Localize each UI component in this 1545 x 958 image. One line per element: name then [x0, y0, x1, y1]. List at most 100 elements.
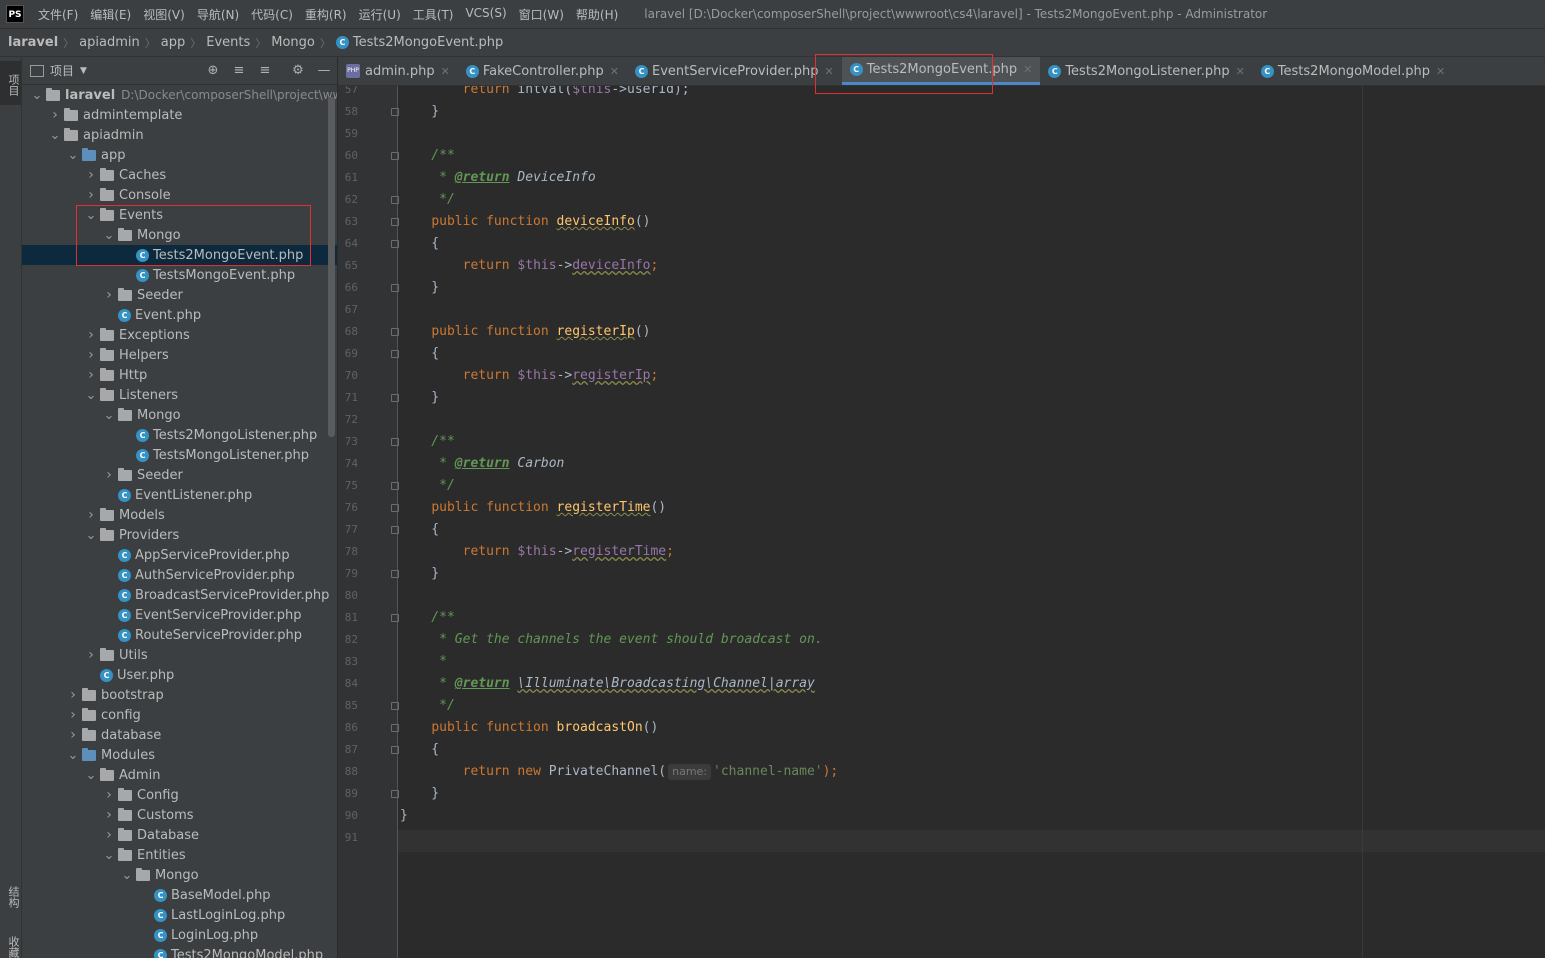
- project-tool-tab[interactable]: 项目: [0, 61, 21, 105]
- menu-item[interactable]: 窗口(W): [513, 6, 570, 23]
- tree-item[interactable]: › bootstrap: [22, 685, 337, 705]
- chevron-right-icon[interactable]: ›: [46, 107, 64, 123]
- tree-item[interactable]: › admintemplate: [22, 105, 337, 125]
- tree-item[interactable]: ⌄ Admin: [22, 765, 337, 785]
- fold-marker-icon[interactable]: [391, 570, 399, 578]
- tree-item[interactable]: › Helpers: [22, 345, 337, 365]
- tree-item[interactable]: C BaseModel.php: [22, 885, 337, 905]
- breadcrumb-item[interactable]: laravel: [8, 35, 58, 50]
- fold-marker-icon[interactable]: [391, 240, 399, 248]
- chevron-right-icon[interactable]: ›: [82, 347, 100, 363]
- chevron-right-icon[interactable]: ›: [82, 327, 100, 343]
- tree-item[interactable]: C LoginLog.php: [22, 925, 337, 945]
- tree-item[interactable]: ⌄ Listeners: [22, 385, 337, 405]
- chevron-down-icon[interactable]: ⌄: [82, 208, 100, 223]
- tree-item[interactable]: › Exceptions: [22, 325, 337, 345]
- tree-item[interactable]: ⌄ Mongo: [22, 865, 337, 885]
- menu-item[interactable]: 帮助(H): [570, 6, 624, 23]
- fold-marker-icon[interactable]: [391, 284, 399, 292]
- menu-item[interactable]: 重构(R): [299, 6, 353, 23]
- breadcrumb-item[interactable]: Events: [206, 35, 250, 50]
- menu-item[interactable]: 编辑(E): [84, 6, 137, 23]
- breadcrumb-item[interactable]: Mongo: [271, 35, 315, 50]
- fold-marker-icon[interactable]: [391, 724, 399, 732]
- editor-tab[interactable]: C EventServiceProvider.php ✕: [627, 57, 842, 85]
- breadcrumb-item[interactable]: apiadmin: [79, 35, 140, 50]
- tree-item[interactable]: C RouteServiceProvider.php: [22, 625, 337, 645]
- chevron-right-icon[interactable]: ›: [82, 187, 100, 203]
- editor-tab[interactable]: C Tests2MongoModel.php ✕: [1253, 57, 1453, 85]
- chevron-down-icon[interactable]: ⌄: [118, 868, 136, 883]
- close-icon[interactable]: ✕: [1436, 65, 1445, 78]
- tree-item[interactable]: C Event.php: [22, 305, 337, 325]
- menu-item[interactable]: 代码(C): [245, 6, 299, 23]
- expand-all-icon[interactable]: ≡: [231, 63, 247, 78]
- chevron-down-icon[interactable]: ⌄: [64, 148, 82, 163]
- tree-item[interactable]: › Utils: [22, 645, 337, 665]
- tree-item[interactable]: › config: [22, 705, 337, 725]
- tree-item[interactable]: C Tests2MongoModel.php: [22, 945, 337, 958]
- tree-item[interactable]: C TestsMongoEvent.php: [22, 265, 337, 285]
- chevron-right-icon[interactable]: ›: [100, 467, 118, 483]
- chevron-down-icon[interactable]: ⌄: [46, 128, 64, 143]
- tree-item[interactable]: › Seeder: [22, 285, 337, 305]
- tree-item[interactable]: C AppServiceProvider.php: [22, 545, 337, 565]
- code-editor[interactable]: 57 58 59 60 61 62 63 64 65 66 67 68 69 70 71 72 73 74 75 76…: [338, 86, 1545, 958]
- fold-marker-icon[interactable]: [391, 504, 399, 512]
- tree-scrollbar[interactable]: [328, 97, 335, 437]
- close-icon[interactable]: ✕: [610, 65, 619, 78]
- tree-item[interactable]: C AuthServiceProvider.php: [22, 565, 337, 585]
- editor-tab[interactable]: C FakeController.php ✕: [458, 57, 627, 85]
- tree-item[interactable]: › Config: [22, 785, 337, 805]
- chevron-right-icon[interactable]: ›: [82, 367, 100, 383]
- fold-marker-icon[interactable]: [391, 108, 399, 116]
- tree-item[interactable]: ⌄ laravel D:\Docker\composerShell\project\…: [22, 85, 337, 105]
- tree-item[interactable]: ⌄ Entities: [22, 845, 337, 865]
- chevron-right-icon[interactable]: ›: [100, 787, 118, 803]
- gear-icon[interactable]: ⚙: [290, 63, 306, 78]
- tree-item[interactable]: C User.php: [22, 665, 337, 685]
- favorites-tool-tab[interactable]: 收藏: [0, 932, 21, 958]
- menu-item[interactable]: 视图(V): [137, 6, 191, 23]
- tree-item[interactable]: › Customs: [22, 805, 337, 825]
- fold-marker-icon[interactable]: [391, 394, 399, 402]
- locate-file-icon[interactable]: ⊕: [205, 63, 221, 78]
- fold-marker-icon[interactable]: [391, 196, 399, 204]
- menu-item[interactable]: VCS(S): [459, 6, 512, 23]
- tree-item[interactable]: › Console: [22, 185, 337, 205]
- fold-marker-icon[interactable]: [391, 746, 399, 754]
- tree-item[interactable]: ⌄ app: [22, 145, 337, 165]
- chevron-down-icon[interactable]: ⌄: [100, 228, 118, 243]
- fold-marker-icon[interactable]: [391, 702, 399, 710]
- chevron-down-icon[interactable]: ▼: [80, 66, 87, 76]
- chevron-right-icon[interactable]: ›: [100, 807, 118, 823]
- fold-marker-icon[interactable]: [391, 482, 399, 490]
- collapse-all-icon[interactable]: ≡: [257, 63, 273, 78]
- chevron-down-icon[interactable]: ⌄: [82, 768, 100, 783]
- tree-item[interactable]: ⌄ Mongo: [22, 405, 337, 425]
- editor-tab[interactable]: PHP admin.php ✕: [338, 57, 458, 85]
- chevron-down-icon[interactable]: ⌄: [100, 848, 118, 863]
- fold-marker-icon[interactable]: [391, 350, 399, 358]
- menu-item[interactable]: 工具(T): [407, 6, 460, 23]
- tree-item[interactable]: C BroadcastServiceProvider.php: [22, 585, 337, 605]
- fold-marker-icon[interactable]: [391, 218, 399, 226]
- close-icon[interactable]: ✕: [441, 65, 450, 78]
- tree-item[interactable]: › Http: [22, 365, 337, 385]
- tree-item[interactable]: ⌄ Modules: [22, 745, 337, 765]
- chevron-right-icon[interactable]: ›: [64, 727, 82, 743]
- tree-item[interactable]: C EventServiceProvider.php: [22, 605, 337, 625]
- chevron-down-icon[interactable]: ⌄: [100, 408, 118, 423]
- chevron-down-icon[interactable]: ⌄: [64, 748, 82, 763]
- breadcrumb-item[interactable]: app: [161, 35, 185, 50]
- chevron-right-icon[interactable]: ›: [64, 687, 82, 703]
- tree-item[interactable]: ⌄ Events: [22, 205, 337, 225]
- editor-tab[interactable]: C Tests2MongoListener.php ✕: [1040, 57, 1252, 85]
- chevron-right-icon[interactable]: ›: [82, 167, 100, 183]
- fold-marker-icon[interactable]: [391, 526, 399, 534]
- tree-item[interactable]: › Seeder: [22, 465, 337, 485]
- minimize-icon[interactable]: —: [316, 63, 332, 78]
- chevron-down-icon[interactable]: ⌄: [82, 528, 100, 543]
- structure-tool-tab[interactable]: 结构: [0, 875, 21, 919]
- close-icon[interactable]: ✕: [1023, 63, 1032, 76]
